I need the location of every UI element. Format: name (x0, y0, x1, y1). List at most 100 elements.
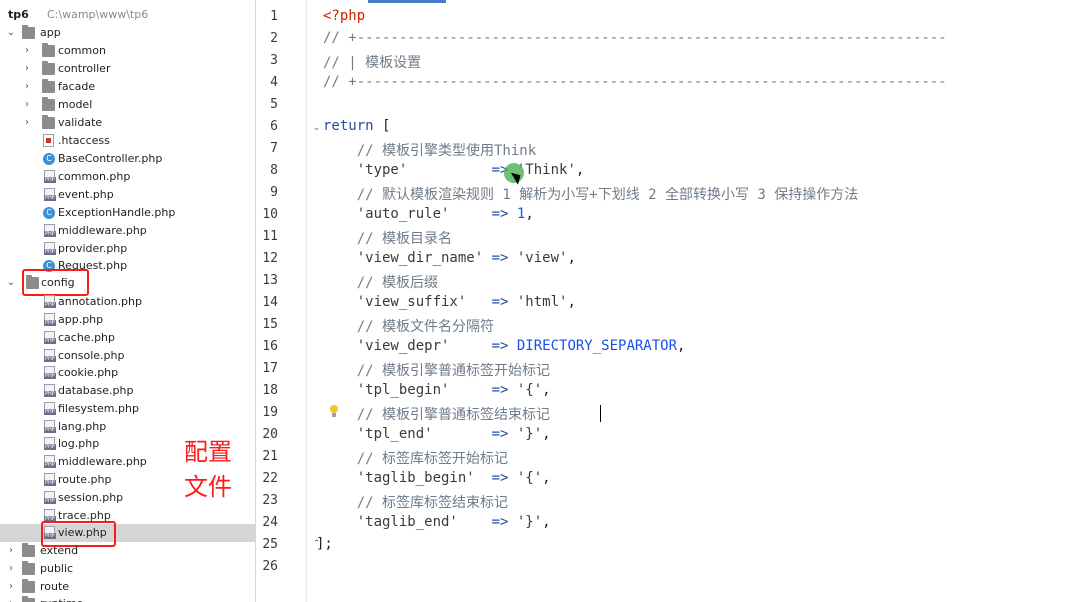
tree-root[interactable]: tp6 C:\wamp\www\tp6 (0, 6, 255, 24)
php-file-icon (44, 188, 56, 201)
line-number: 17 (262, 361, 278, 376)
tree-item-label: extend (40, 544, 79, 557)
chevron-right-icon[interactable]: › (6, 560, 16, 578)
php-file-icon (44, 170, 56, 183)
chevron-right-icon[interactable]: › (6, 542, 16, 560)
tree-file-database-php[interactable]: database.php (0, 382, 255, 400)
chevron-right-icon[interactable]: › (6, 578, 16, 596)
line-number: 5 (270, 97, 278, 112)
active-tab-indicator (368, 0, 446, 3)
chevron-right-icon[interactable]: › (22, 96, 32, 114)
tree-file-event-php[interactable]: event.php (0, 186, 255, 204)
code-line: // 模板后缀 (323, 275, 439, 291)
tree-file-provider-php[interactable]: provider.php (0, 240, 255, 258)
tree-item-label: route.php (58, 473, 112, 486)
tree-file-basecontroller[interactable]: C BaseController.php (0, 150, 255, 168)
tree-folder-public[interactable]: › public (0, 560, 255, 578)
tree-file-htaccess[interactable]: .htaccess (0, 132, 255, 150)
code-line: 'view_suffix' => 'html', (323, 294, 576, 310)
php-file-icon (44, 295, 56, 308)
tree-item-label: app (40, 26, 61, 39)
array-key: 'view_depr' (323, 338, 450, 354)
tree-folder-app[interactable]: ⌄ app (0, 24, 255, 42)
tree-file-view-php[interactable]: view.php (0, 524, 255, 542)
tree-file-cookie-php[interactable]: cookie.php (0, 364, 255, 382)
tree-folder-controller[interactable]: › controller (0, 60, 255, 78)
code-line: 'taglib_begin' => '{', (323, 470, 551, 486)
chevron-right-icon[interactable]: › (6, 595, 16, 602)
tree-item-label: log.php (58, 437, 100, 450)
punct: , (542, 514, 551, 530)
lightbulb-icon[interactable] (329, 405, 339, 418)
chevron-right-icon[interactable]: › (22, 114, 32, 132)
chevron-right-icon[interactable]: › (22, 60, 32, 78)
arrow-operator: => (432, 426, 517, 442)
code-line: // +------------------------------------… (323, 74, 947, 90)
tree-folder-runtime[interactable]: › runtime (0, 595, 255, 602)
chevron-down-icon[interactable]: ⌄ (6, 24, 16, 42)
code-line: // 模板文件名分隔符 (323, 319, 495, 335)
arrow-operator: => (483, 250, 517, 266)
string-value: '{' (516, 470, 543, 486)
line-number: 13 (262, 273, 278, 288)
line-number: 16 (262, 339, 278, 354)
php-file-icon (44, 473, 56, 486)
tree-folder-facade[interactable]: › facade (0, 78, 255, 96)
tree-item-label: common.php (58, 170, 131, 183)
tree-folder-validate[interactable]: › validate (0, 114, 255, 132)
tree-file-cache-php[interactable]: cache.php (0, 329, 255, 347)
tree-file-exceptionhandle[interactable]: C ExceptionHandle.php (0, 204, 255, 222)
code-editor[interactable]: 1 2 3 4 5 6 7 8 9 10 11 12 13 14 15 16 1… (256, 0, 1075, 602)
tree-item-label: app.php (58, 313, 104, 326)
tree-item-label: event.php (58, 188, 114, 201)
tree-file-filesystem-php[interactable]: filesystem.php (0, 400, 255, 418)
tree-folder-common[interactable]: › common (0, 42, 255, 60)
tree-folder-extend[interactable]: › extend (0, 542, 255, 560)
chevron-right-icon[interactable]: › (22, 78, 32, 96)
punct: , (542, 426, 551, 442)
tree-item-label: BaseController.php (58, 152, 163, 165)
tree-file-app-php[interactable]: app.php (0, 311, 255, 329)
keyword: return (323, 118, 374, 134)
chevron-right-icon[interactable]: › (22, 42, 32, 60)
line-number-gutter: 1 2 3 4 5 6 7 8 9 10 11 12 13 14 15 16 1… (256, 0, 307, 602)
arrow-operator: => (449, 338, 517, 354)
tree-root-name: tp6 (8, 8, 29, 21)
folder-icon (22, 596, 35, 602)
code-line: // 模板目录名 (323, 231, 453, 247)
tree-item-label: .htaccess (58, 134, 110, 147)
code-line: ]; (316, 536, 333, 552)
fold-open-icon[interactable]: ⌄ (312, 124, 321, 133)
folder-icon (22, 543, 35, 557)
tree-file-annotation-php[interactable]: annotation.php (0, 293, 255, 311)
string-value: 'html' (516, 294, 568, 310)
php-file-icon (44, 491, 56, 504)
line-number: 12 (262, 251, 278, 266)
arrow-operator: => (474, 470, 517, 486)
line-number: 8 (270, 163, 278, 178)
tree-item-label: filesystem.php (58, 402, 139, 415)
tree-file-common-php[interactable]: common.php (0, 168, 255, 186)
array-key: 'type' (323, 162, 408, 178)
tree-file-middleware-php[interactable]: middleware.php (0, 222, 255, 240)
tree-item-label: route (40, 580, 70, 593)
line-number: 7 (270, 141, 278, 156)
line-number: 18 (262, 383, 278, 398)
tree-folder-route[interactable]: › route (0, 578, 255, 596)
folder-icon (42, 115, 55, 129)
tree-folder-model[interactable]: › model (0, 96, 255, 114)
tree-file-console-php[interactable]: console.php (0, 347, 255, 365)
tree-file-trace-php[interactable]: trace.php (0, 507, 255, 525)
code-line: 'type' => 'Think', (323, 162, 585, 178)
array-key: 'taglib_begin' (323, 470, 475, 486)
chevron-down-icon[interactable]: ⌄ (6, 274, 16, 292)
php-file-icon (44, 349, 56, 362)
tree-item-label: model (58, 98, 93, 111)
punct: , (567, 250, 576, 266)
php-file-icon (44, 437, 56, 450)
line-number: 22 (262, 471, 278, 486)
code-line: // 模板引擎普通标签开始标记 (323, 363, 551, 379)
php-file-icon (44, 313, 56, 326)
constant-value: DIRECTORY_SEPARATOR (516, 338, 678, 354)
annotation-text: 配置文件 (184, 438, 232, 501)
